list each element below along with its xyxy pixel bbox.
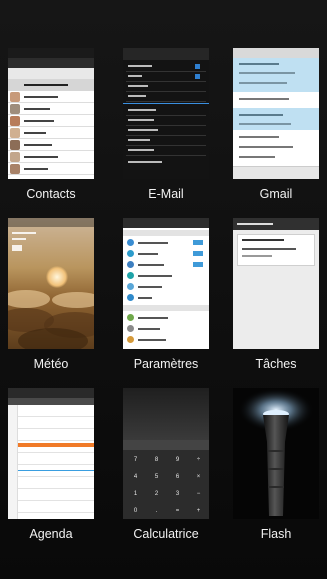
taches-thumbnail[interactable]	[233, 218, 319, 349]
calculator-key: 2	[154, 491, 159, 497]
calculator-key: 9	[175, 457, 180, 463]
calculator-key: 6	[175, 474, 180, 480]
app-card-gmail[interactable]: Gmail	[233, 48, 319, 201]
calculator-key: +	[196, 508, 201, 514]
flash-thumbnail[interactable]	[233, 388, 319, 519]
app-label-taches: Tâches	[255, 357, 297, 371]
calculator-key: −	[196, 491, 201, 497]
app-card-email[interactable]: E-Mail	[123, 48, 209, 201]
parametres-thumbnail[interactable]	[123, 218, 209, 349]
app-label-calculatrice: Calculatrice	[133, 527, 199, 541]
app-label-flash: Flash	[260, 527, 292, 541]
app-card-taches[interactable]: Tâches	[233, 218, 319, 371]
contacts-thumbnail[interactable]	[8, 48, 94, 179]
calculator-key: 0	[133, 508, 138, 514]
app-card-calculatrice[interactable]: 7 8 9 ÷ 4 5 6 × 1 2 3 − 0. = + Calculatrice	[123, 388, 209, 541]
app-card-contacts[interactable]: Contacts	[8, 48, 94, 201]
app-label-gmail: Gmail	[259, 187, 293, 201]
calculator-key: 5	[154, 474, 159, 480]
calculator-key: =	[175, 508, 180, 514]
app-label-agenda: Agenda	[29, 527, 73, 541]
calculator-key: 4	[133, 474, 138, 480]
calculatrice-thumbnail[interactable]: 7 8 9 ÷ 4 5 6 × 1 2 3 − 0. = +	[123, 388, 209, 519]
recent-apps-screen: Contacts E-Mail Gmail Météo Paramètres T…	[0, 0, 327, 579]
calculator-key: 3	[175, 491, 180, 497]
agenda-thumbnail[interactable]	[8, 388, 94, 519]
calculator-key: 7	[133, 457, 138, 463]
app-label-meteo: Météo	[33, 357, 69, 371]
app-card-parametres[interactable]: Paramètres	[123, 218, 209, 371]
app-label-parametres: Paramètres	[133, 357, 199, 371]
app-label-email: E-Mail	[148, 187, 184, 201]
calculator-key: .	[155, 508, 158, 514]
calculator-key: ×	[196, 474, 201, 480]
app-card-flash[interactable]: Flash	[233, 388, 319, 541]
email-thumbnail[interactable]	[123, 48, 209, 179]
calculator-key: 8	[154, 457, 159, 463]
calculator-key: ÷	[196, 457, 201, 463]
calculator-key: 1	[133, 491, 138, 497]
app-card-agenda[interactable]: Agenda	[8, 388, 94, 541]
flashlight-icon	[238, 388, 314, 516]
gmail-thumbnail[interactable]	[233, 48, 319, 179]
meteo-thumbnail[interactable]	[8, 218, 94, 349]
app-card-meteo[interactable]: Météo	[8, 218, 94, 371]
app-label-contacts: Contacts	[26, 187, 76, 201]
